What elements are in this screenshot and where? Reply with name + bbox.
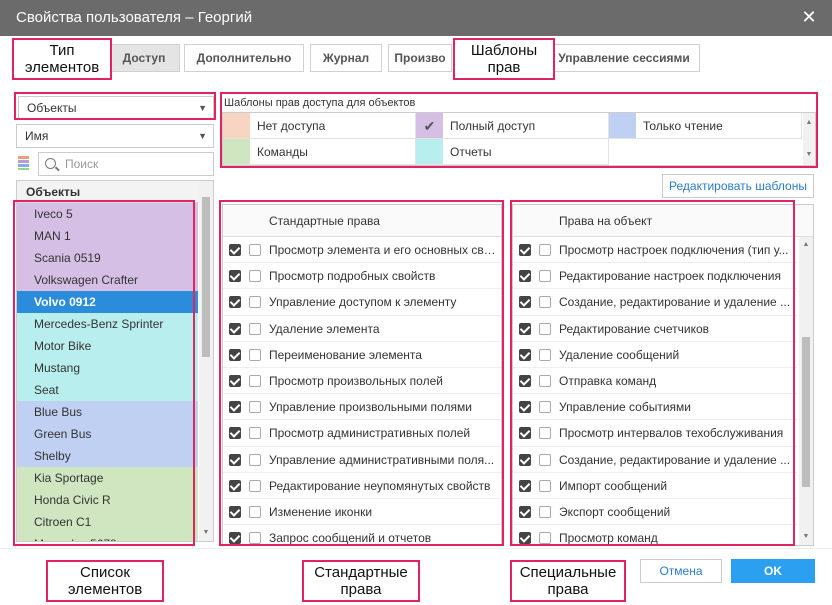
- color-sort-icon[interactable]: [17, 155, 33, 171]
- tab-access[interactable]: Доступ: [108, 44, 180, 72]
- footer-divider: [0, 548, 832, 549]
- tab-log[interactable]: Журнал: [310, 44, 382, 72]
- window-title: Свойства пользователя – Георгий: [16, 9, 253, 26]
- close-icon[interactable]: ✕: [800, 8, 818, 26]
- search-icon: [45, 158, 56, 169]
- sort-select-value: Имя: [25, 129, 49, 143]
- list-scrollbar[interactable]: ▼: [199, 181, 213, 541]
- callout-special: Специальные права: [510, 560, 626, 602]
- callout-standard: Стандартные права: [302, 560, 420, 602]
- annotation-templates-box: [220, 92, 818, 168]
- callout-type: Тип элементов: [12, 38, 112, 80]
- annotation-standard-box: [219, 200, 504, 546]
- tab-custom[interactable]: Произво: [388, 44, 452, 72]
- search-placeholder: Поиск: [65, 157, 99, 171]
- callout-list: Список элементов: [46, 560, 164, 602]
- chevron-down-icon: ▼: [198, 131, 207, 141]
- special-scroll-thumb[interactable]: [802, 337, 810, 487]
- annotation-type-box: [14, 92, 216, 120]
- list-scroll-thumb[interactable]: [202, 197, 210, 357]
- sort-select[interactable]: Имя ▼: [16, 124, 214, 148]
- annotation-list-box: [13, 200, 195, 546]
- tab-additional[interactable]: Дополнительно: [184, 44, 304, 72]
- annotation-special-box: [510, 200, 795, 546]
- search-field[interactable]: Поиск: [38, 152, 214, 176]
- tab-sessions[interactable]: Управление сессиями: [548, 44, 700, 72]
- edit-templates-button[interactable]: Редактировать шаблоны: [662, 174, 814, 198]
- special-rights-scrollbar[interactable]: ▲ ▼: [799, 237, 813, 545]
- cancel-button[interactable]: Отмена: [640, 559, 722, 583]
- scroll-down-icon[interactable]: ▼: [799, 531, 813, 543]
- scroll-up-icon[interactable]: ▲: [799, 239, 813, 251]
- scroll-down-icon[interactable]: ▼: [199, 527, 213, 539]
- title-bar: Свойства пользователя – Георгий ✕: [0, 0, 832, 36]
- ok-button[interactable]: OK: [731, 559, 815, 583]
- callout-templates: Шаблоны прав: [453, 38, 555, 80]
